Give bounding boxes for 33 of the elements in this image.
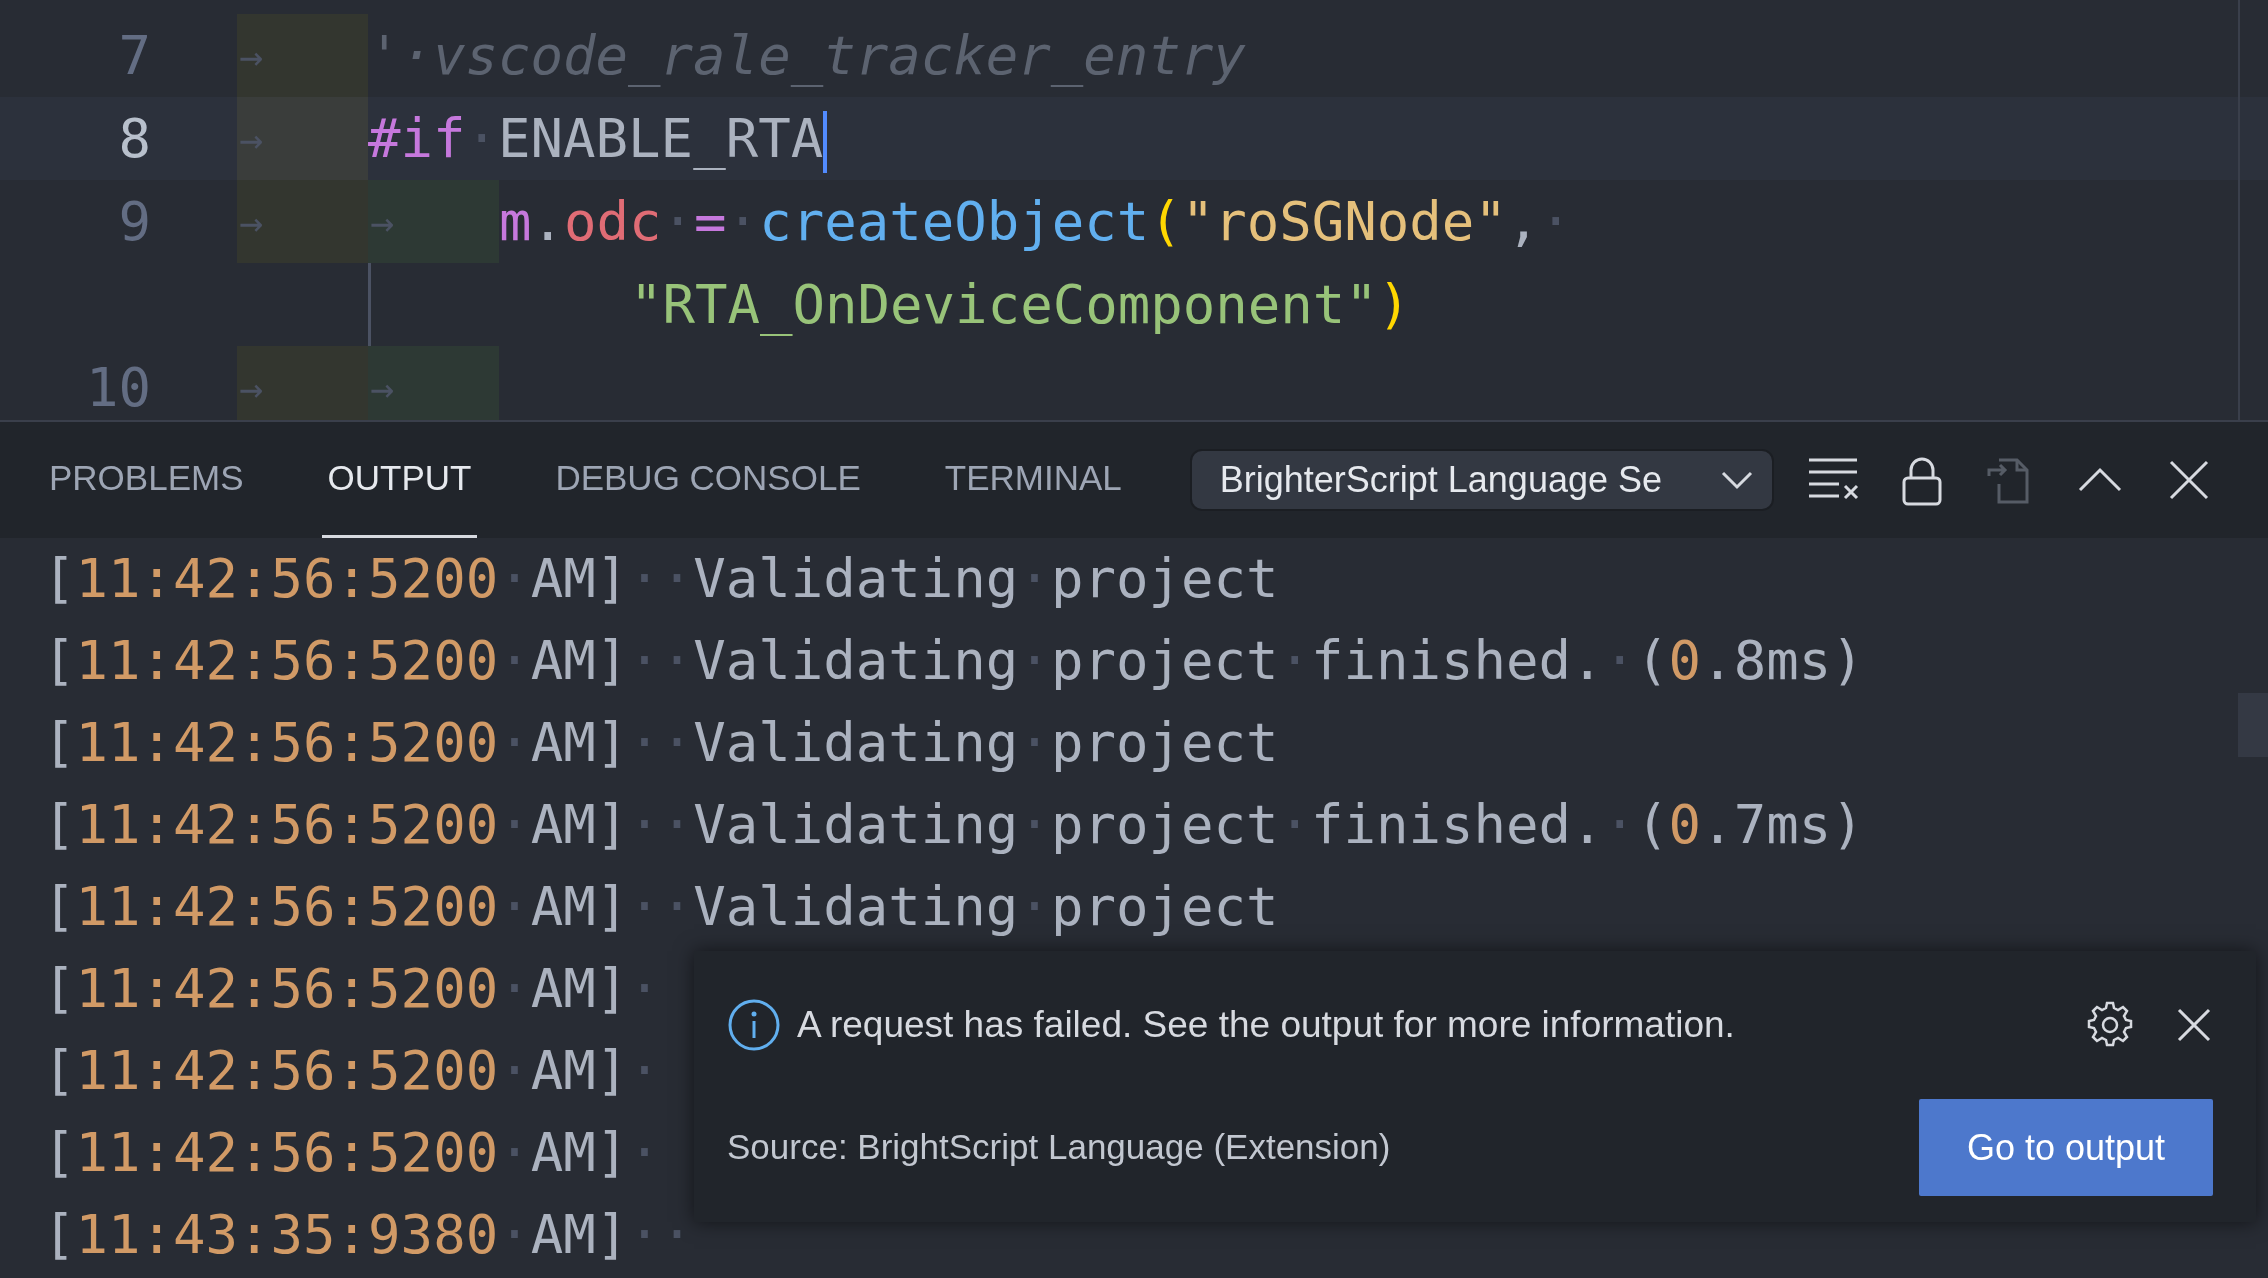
log-line: [11:43:35:9380·AM]·· xyxy=(43,1202,694,1268)
tab-marker: → xyxy=(239,31,264,81)
log-line: [11:42:56:5200·AM]··Validating·project·finished.·(0.7ms) xyxy=(43,792,1864,858)
log-line: [11:42:56:5200·AM]··Validating·project·finished.·(0.8ms) xyxy=(43,628,1864,694)
go-to-output-button[interactable]: Go to output xyxy=(1919,1099,2213,1196)
log-line: [11:42:56:5200·AM]··Validating·project xyxy=(43,874,1279,940)
chevron-down-icon xyxy=(1719,470,1754,490)
panel-tab[interactable]: TERMINAL xyxy=(938,422,1128,538)
code-line: #if·ENABLE_RTA xyxy=(368,98,828,179)
code-line: "RTA_OnDeviceComponent") xyxy=(630,272,1411,338)
tab-marker: → xyxy=(239,197,264,247)
line-number: 8 xyxy=(118,106,151,172)
tab-marker: → xyxy=(239,363,264,413)
panel-tab[interactable]: PROBLEMS xyxy=(43,422,250,538)
line-number: 7 xyxy=(118,23,151,89)
panel-tab[interactable]: DEBUG CONSOLE xyxy=(549,422,867,538)
code-comment: '·vscode_rale_tracker_entry xyxy=(368,23,1246,89)
log-line: [11:42:56:5200·AM]··Validating·project xyxy=(43,710,1279,776)
code-line: m.odc·=·createObject("roSGNode",· xyxy=(499,189,1572,255)
tab-marker: → xyxy=(370,363,395,413)
panel-tab[interactable]: OUTPUT xyxy=(321,422,478,538)
line-number: 9 xyxy=(118,189,151,255)
notification-source: Source: BrightScript Language (Extension) xyxy=(727,1126,1391,1169)
tab-marker: → xyxy=(239,114,264,164)
log-line: [11:42:56:5200·AM]· xyxy=(43,1120,661,1186)
notification-message: A request has failed. See the output for more information. xyxy=(797,1003,1735,1048)
log-line: [11:42:56:5200·AM]··Validating·project xyxy=(43,546,1279,612)
tab-marker: → xyxy=(370,197,395,247)
log-line: [11:42:56:5200·AM]· xyxy=(43,1038,661,1104)
line-number: 10 xyxy=(85,355,151,421)
channel-dropdown[interactable]: BrighterScript Language Se xyxy=(1189,449,1774,511)
info-icon xyxy=(727,998,781,1052)
log-line: [11:42:56:5200·AM]· xyxy=(43,956,661,1022)
